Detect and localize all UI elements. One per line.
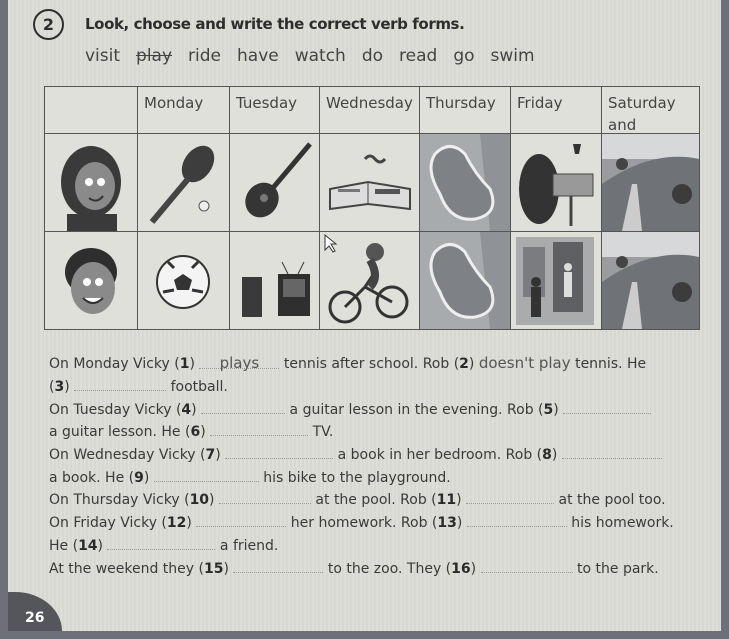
park-landscape-icon: [602, 232, 699, 329]
header-friday: Friday: [517, 94, 563, 112]
sentence-line: At the weekend they (15) to the zoo. The…: [49, 558, 659, 577]
word-bank-item: go: [453, 46, 475, 66]
sentence-line: On Wednesday Vicky (7) a book in her bed…: [49, 444, 662, 463]
sentence-line: On Friday Vicky (12) her homework. Rob (…: [49, 512, 674, 531]
visiting-friend-icon: [511, 232, 601, 329]
answer-blank-5[interactable]: [563, 399, 652, 414]
sentence-line: a guitar lesson. He (6) TV.: [49, 421, 333, 440]
sentence-line: On Tuesday Vicky (4) a guitar lesson in …: [49, 399, 652, 418]
word-bank-item-crossed: play: [136, 46, 173, 66]
word-bank-item: swim: [490, 46, 535, 66]
answer-blank-8[interactable]: [561, 444, 662, 459]
answer-blank-6[interactable]: [210, 421, 309, 436]
schedule-table: Monday Tuesday Wednesday Thursday Friday…: [44, 86, 700, 330]
answer-blank-4[interactable]: [201, 399, 286, 414]
word-bank-item: watch: [294, 46, 346, 66]
girl-portrait-icon: [45, 134, 137, 231]
answer-blank-13[interactable]: [466, 512, 567, 527]
answer-blank-12[interactable]: [196, 512, 287, 527]
word-bank-item: have: [237, 46, 279, 66]
header-tuesday: Tuesday: [236, 94, 298, 112]
answer-blank-2[interactable]: doesn't play: [479, 354, 571, 372]
word-bank: visit play ride have watch do read go sw…: [85, 46, 535, 66]
table-row-vicky: [44, 133, 700, 232]
watching-tv-icon: [230, 232, 319, 329]
answer-blank-16[interactable]: [480, 558, 573, 573]
answer-blank-11[interactable]: [466, 489, 555, 504]
exercise-number: 2: [33, 9, 64, 40]
answer-blank-15[interactable]: [233, 558, 324, 573]
header-wednesday: Wednesday: [326, 94, 413, 112]
word-bank-item: read: [399, 46, 438, 66]
sentence-line: (3) football.: [49, 376, 228, 395]
boy-portrait-icon: [45, 232, 137, 329]
table-row-rob: [44, 231, 700, 330]
page-number: 26: [25, 610, 45, 626]
answer-blank-3[interactable]: [74, 376, 167, 391]
tennis-racket-icon: [138, 134, 229, 231]
header-thursday: Thursday: [426, 94, 496, 112]
swimming-pool-icon: [420, 134, 510, 231]
header-cell-empty: [45, 87, 137, 133]
sentence-line: He (14) a friend.: [49, 535, 278, 554]
answer-blank-10[interactable]: [218, 489, 311, 504]
guitar-icon: [230, 134, 319, 231]
riding-bike-icon: [320, 232, 419, 329]
table-header-row: Monday Tuesday Wednesday Thursday Friday…: [44, 86, 700, 156]
answer-blank-7[interactable]: [225, 444, 334, 459]
open-book-icon: [320, 134, 419, 231]
homework-icon: [511, 134, 601, 231]
sentence-line: a book. He (9) his bike to the playgroun…: [49, 467, 451, 486]
answer-blank-14[interactable]: [107, 535, 216, 550]
sentence-line: On Thursday Vicky (10) at the pool. Rob …: [49, 489, 666, 508]
answer-blank-9[interactable]: [153, 467, 259, 482]
exercise-instruction: Look, choose and write the correct verb …: [85, 15, 465, 33]
football-icon: [138, 232, 229, 329]
answer-blank-1[interactable]: plays: [199, 354, 280, 372]
word-bank-item: do: [361, 46, 384, 66]
header-weekend: Saturday and Sunday: [608, 94, 676, 156]
swimming-pool-icon: [420, 232, 510, 329]
word-bank-item: ride: [188, 46, 221, 66]
word-bank-item: visit: [85, 46, 121, 66]
sentence-line: On Monday Vicky (1) plays tennis after s…: [49, 354, 647, 372]
park-landscape-icon: [602, 134, 699, 231]
header-monday: Monday: [144, 94, 204, 112]
